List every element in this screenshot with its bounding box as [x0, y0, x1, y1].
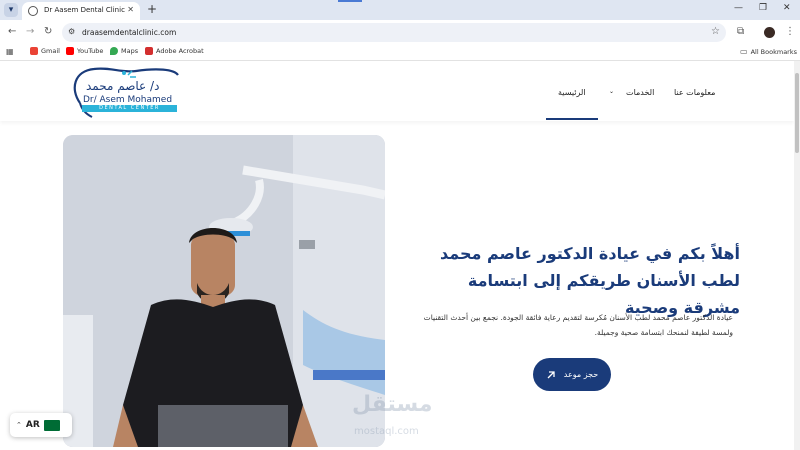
site-info-icon[interactable]: ⚙	[68, 27, 75, 36]
restore-button[interactable]: ❐	[759, 3, 767, 13]
arrow-up-right-icon	[547, 370, 555, 378]
apps-icon[interactable]: ▦	[6, 47, 14, 56]
bookmark-label: Gmail	[41, 47, 60, 55]
doctor-illustration	[63, 135, 385, 447]
tab-title: Dr Aasem Dental Clinic	[44, 6, 125, 14]
scrollbar-thumb[interactable]	[795, 73, 799, 153]
forward-button[interactable]: →	[26, 26, 34, 37]
bookmarks-bar: ▦ Gmail YouTube Maps Adobe Acrobat ▭ All…	[0, 45, 800, 61]
logo-subtitle: DENTAL CENTER	[82, 105, 177, 112]
watermark-arabic: مستقل	[352, 392, 433, 417]
close-icon[interactable]: ✕	[127, 5, 134, 14]
bookmark-label: Maps	[121, 47, 139, 55]
browser-tab-bar: ▾ Dr Aasem Dental Clinic ✕ + — ❐ ✕	[0, 0, 800, 20]
all-bookmarks[interactable]: ▭ All Bookmarks	[740, 47, 797, 56]
browser-menu-icon[interactable]: ⋮	[785, 26, 795, 37]
all-bookmarks-label: All Bookmarks	[750, 47, 798, 56]
bookmark-label: YouTube	[77, 47, 104, 55]
book-appointment-button[interactable]: حجز موعد	[533, 358, 611, 391]
bookmark-star-icon[interactable]: ☆	[711, 26, 720, 37]
book-appointment-label: حجز موعد	[563, 370, 599, 379]
close-window-button[interactable]: ✕	[783, 3, 791, 13]
folder-icon: ▭	[740, 47, 748, 56]
back-button[interactable]: ←	[8, 26, 16, 37]
reload-button[interactable]: ↻	[44, 26, 52, 37]
url-text[interactable]: draasemdentalclinic.com	[82, 28, 176, 37]
page-scrollbar[interactable]	[794, 61, 800, 450]
logo-english-name: Dr/ Asem Mohamed	[83, 95, 173, 105]
nav-services-label: الخدمات	[626, 88, 655, 97]
site-header: د/ عاصم محمد Dr/ Asem Mohamed DENTAL CEN…	[0, 61, 794, 121]
globe-icon	[28, 6, 38, 16]
bookmark-maps[interactable]: Maps	[110, 47, 138, 55]
chevron-up-icon: ⌃	[16, 421, 22, 429]
acrobat-icon	[145, 47, 153, 55]
bookmark-label: Adobe Acrobat	[156, 47, 204, 55]
bookmark-youtube[interactable]: YouTube	[66, 47, 103, 55]
bookmark-gmail[interactable]: Gmail	[30, 47, 60, 55]
map-pin-icon	[110, 47, 118, 55]
minimize-button[interactable]: —	[734, 3, 743, 13]
tab-search-button[interactable]: ▾	[4, 3, 18, 17]
logo-arabic-name: د/ عاصم محمد	[86, 79, 160, 93]
tab-strip-accent	[338, 0, 362, 2]
extensions-icon[interactable]: ⧉	[737, 26, 744, 37]
hero-title: أهلاً بكم في عيادة الدكتور عاصم محمد لطب…	[440, 244, 740, 317]
avatar[interactable]	[764, 27, 775, 38]
language-code: AR	[25, 420, 40, 430]
address-bar[interactable]: ⚙ draasemdentalclinic.com ☆	[62, 23, 726, 42]
browser-toolbar: ← → ↻ ⚙ draasemdentalclinic.com ☆	[0, 20, 800, 45]
chevron-down-icon: ⌄	[609, 88, 615, 95]
gmail-icon	[30, 47, 38, 55]
watermark: مستقل mostaql.com	[352, 392, 452, 442]
youtube-icon	[66, 47, 74, 55]
language-switcher[interactable]: ⌃ AR	[10, 413, 72, 437]
bookmark-adobe-acrobat[interactable]: Adobe Acrobat	[145, 47, 204, 55]
watermark-latin: mostaql.com	[354, 426, 419, 437]
hero-description: عيادة الدكتور عاصم محمد لطب الأسنان مُكر…	[423, 313, 733, 337]
nav-services[interactable]: الخدمات ⌄	[609, 88, 654, 97]
site-logo[interactable]: د/ عاصم محمد Dr/ Asem Mohamed DENTAL CEN…	[66, 63, 181, 119]
nav-home[interactable]: الرئيسية	[558, 88, 586, 97]
new-tab-button[interactable]: +	[147, 2, 157, 16]
nav-about[interactable]: معلومات عنا	[674, 88, 715, 97]
browser-tab[interactable]: Dr Aasem Dental Clinic ✕	[22, 2, 140, 20]
nav-active-indicator	[546, 118, 598, 120]
doctor-photo	[63, 135, 385, 447]
saudi-flag-icon	[43, 419, 60, 431]
